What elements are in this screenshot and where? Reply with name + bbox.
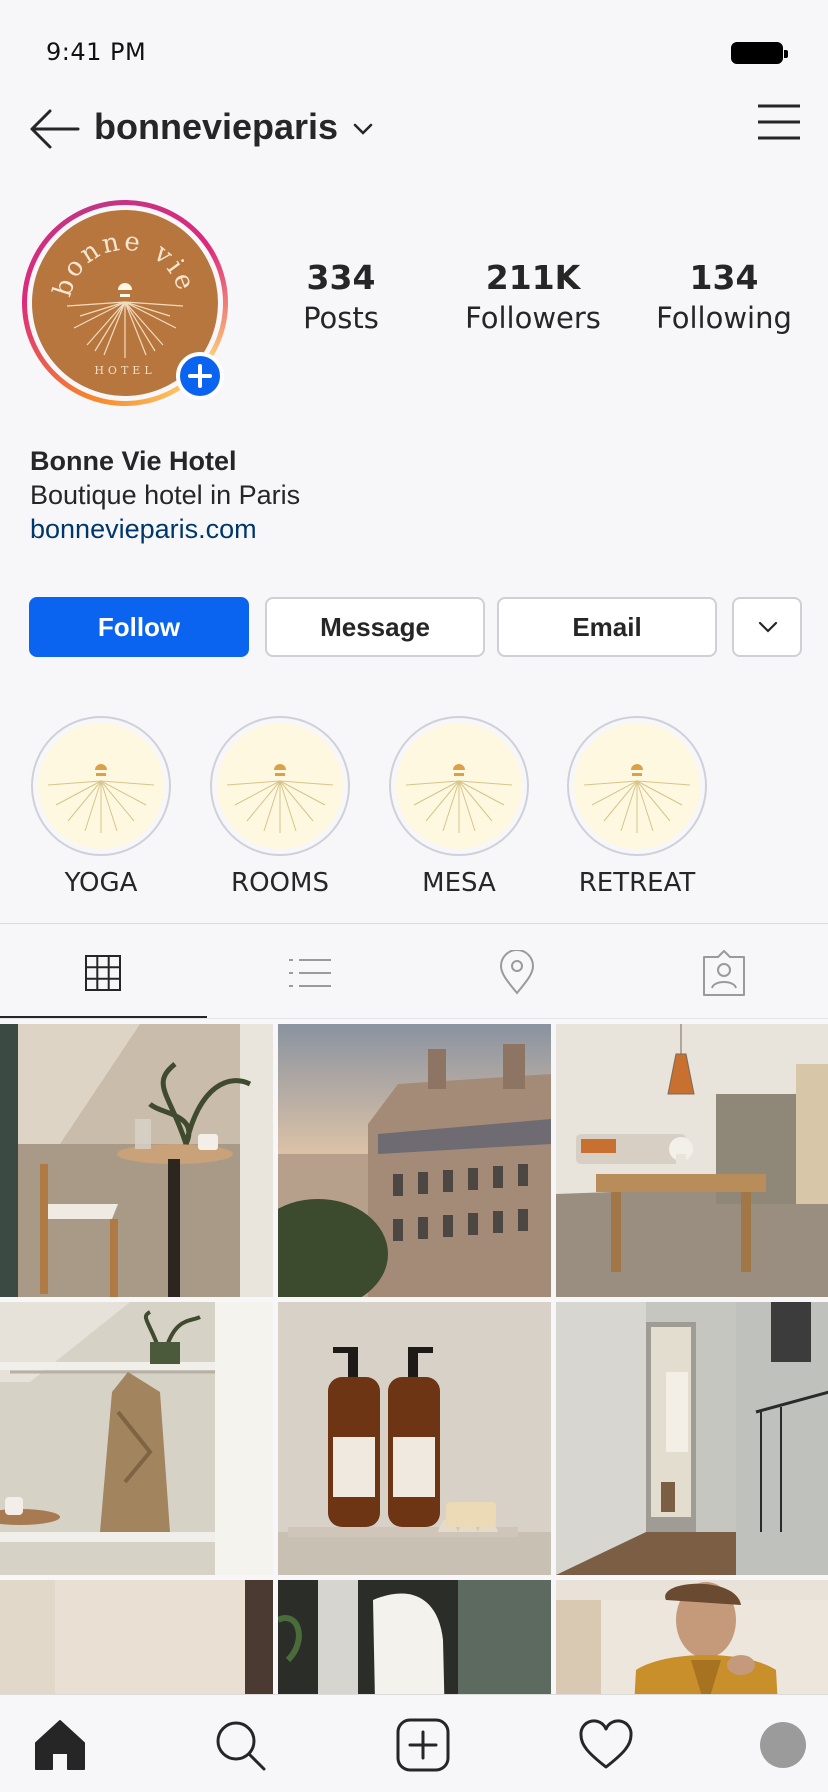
sunburst-logo-icon [396,723,522,849]
chevron-down-icon[interactable] [352,118,374,140]
status-time: 9:41 PM [46,38,147,66]
tagged-person-icon [703,950,745,996]
divider [0,1018,828,1019]
message-button[interactable]: Message [265,597,485,657]
profile-bio: Bonne Vie Hotel Boutique hotel in Paris … [30,444,790,546]
stat-posts-label: Posts [303,301,379,335]
highlight-retreat[interactable]: RETREAT [567,716,707,898]
new-post-icon[interactable] [395,1717,451,1773]
stat-followers-count: 211K [485,258,581,297]
post-thumbnail[interactable] [0,1024,273,1297]
sunburst-logo-icon [38,723,164,849]
bottom-navigation [0,1694,828,1792]
post-thumbnail[interactable] [278,1580,551,1694]
status-bar: 9:41 PM [0,0,828,100]
tab-tagged[interactable] [621,924,828,1018]
grid-icon [85,955,121,991]
list-icon [289,959,331,987]
add-story-button[interactable] [176,352,224,400]
highlight-label: YOGA [64,868,138,898]
post-thumbnail[interactable] [278,1302,551,1575]
follow-button[interactable]: Follow [29,597,249,657]
profile-header: bonnevieparis [0,96,828,166]
highlight-mesa[interactable]: MESA [389,716,529,898]
post-thumbnail[interactable] [556,1302,828,1575]
stat-following[interactable]: 134 Following [634,258,814,335]
stat-followers[interactable]: 211K Followers [443,258,623,335]
tab-places[interactable] [414,924,621,1018]
search-icon[interactable] [212,1717,268,1773]
profile-avatar-icon[interactable] [760,1722,806,1768]
profile-website-link[interactable]: bonnevieparis.com [30,512,790,546]
post-thumbnail[interactable] [0,1302,273,1575]
sunburst-logo-icon [574,723,700,849]
post-thumbnail[interactable] [556,1580,828,1694]
back-arrow-icon[interactable] [26,106,82,152]
stat-following-count: 134 [689,258,759,297]
stat-posts-count: 334 [306,258,376,297]
highlight-label: MESA [422,868,496,898]
profile-display-name: Bonne Vie Hotel [30,446,237,476]
highlight-rooms[interactable]: ROOMS [210,716,350,898]
posts-grid [0,1024,828,1694]
highlight-yoga[interactable]: YOGA [31,716,171,898]
stat-followers-label: Followers [465,301,601,335]
home-icon[interactable] [32,1717,88,1773]
stat-posts[interactable]: 334 Posts [251,258,431,335]
plus-icon [188,364,212,388]
post-thumbnail[interactable] [0,1580,273,1694]
chevron-down-icon [758,621,778,633]
suggested-accounts-button[interactable] [732,597,802,657]
hamburger-menu-icon[interactable] [756,102,802,142]
stat-following-label: Following [656,301,792,335]
post-thumbnail[interactable] [556,1024,828,1297]
post-thumbnail[interactable] [278,1024,551,1297]
email-button[interactable]: Email [497,597,717,657]
tab-grid[interactable] [0,924,207,1018]
profile-username[interactable]: bonnevieparis [94,106,338,148]
sunburst-logo-icon [217,723,343,849]
battery-icon [731,42,788,64]
heart-icon[interactable] [578,1717,634,1773]
highlight-label: RETREAT [578,868,696,898]
profile-description: Boutique hotel in Paris [30,480,301,510]
location-pin-icon [499,950,535,995]
highlight-label: ROOMS [231,868,329,898]
tab-list[interactable] [207,924,414,1018]
svg-text:HOTEL: HOTEL [94,364,155,377]
